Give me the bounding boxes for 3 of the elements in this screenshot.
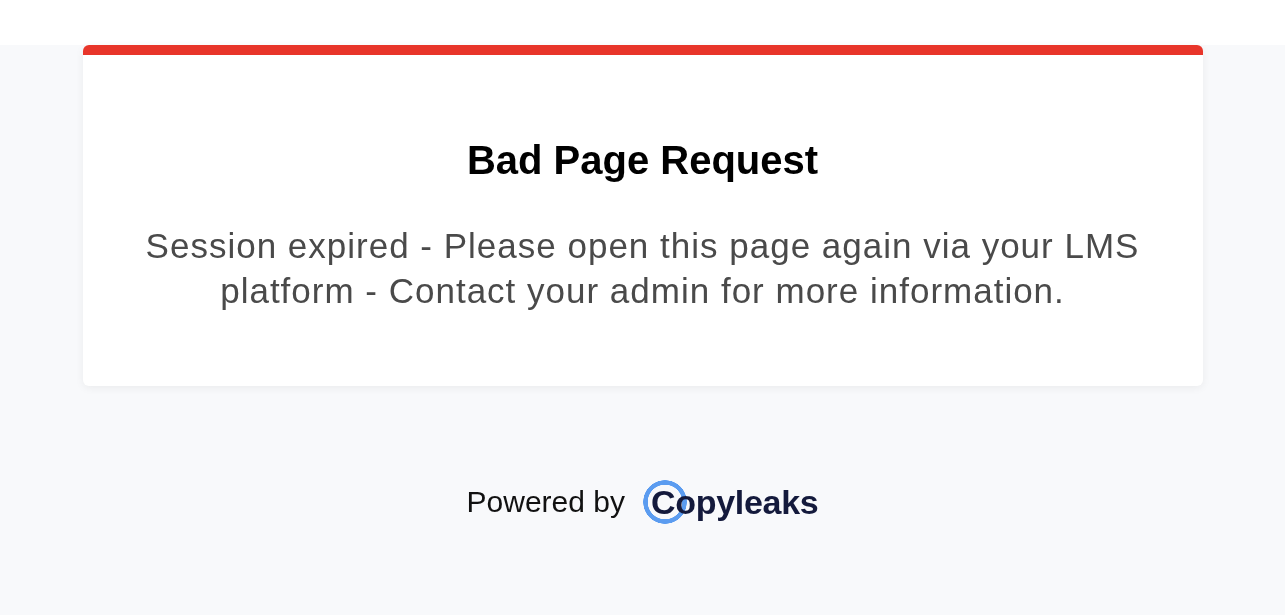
powered-by-text: Powered by — [466, 484, 625, 520]
error-message: Session expired - Please open this page again via your LMS platform - Contact your admin for more information. — [144, 225, 1141, 312]
error-title: Bad Page Request — [466, 137, 819, 184]
